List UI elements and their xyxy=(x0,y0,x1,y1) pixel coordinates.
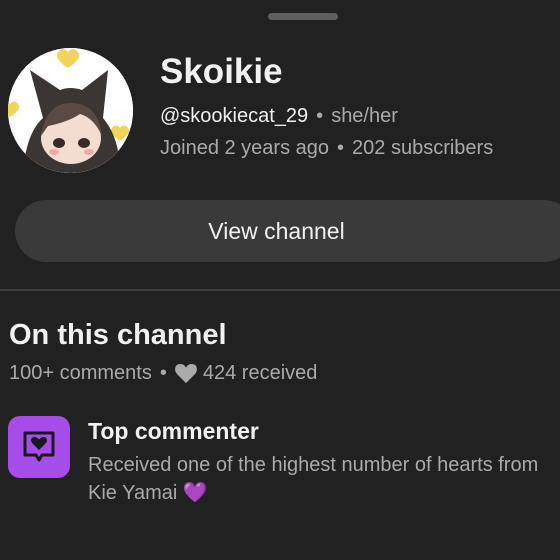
avatar[interactable] xyxy=(8,48,133,173)
view-channel-label: View channel xyxy=(208,217,345,244)
channel-subscribers: 202 subscribers xyxy=(352,137,494,159)
top-commenter-badge xyxy=(8,416,70,478)
comments-count: 100+ comments xyxy=(9,362,152,384)
section-title: On this channel xyxy=(9,319,227,351)
heart-icon xyxy=(174,363,197,383)
badge-description: Received one of the highest number of he… xyxy=(88,454,539,476)
separator-dot: • xyxy=(337,137,345,159)
sheet-drag-handle[interactable] xyxy=(268,13,338,20)
separator-dot: • xyxy=(159,362,167,384)
channel-pronouns: she/her xyxy=(331,105,398,127)
badge-description-author: Kie Yamai 💜 xyxy=(88,479,208,507)
channel-name: Skoikie xyxy=(160,52,283,91)
channel-joined: Joined 2 years ago xyxy=(160,137,330,159)
heart-comment-icon xyxy=(23,431,55,462)
cat-girl-avatar-icon xyxy=(8,48,133,173)
channel-stats-row: Joined 2 years ago • 202 subscribers xyxy=(160,137,493,160)
channel-sheet: Skoikie @skookiecat_29 • she/her Joined 2 … xyxy=(0,0,560,560)
hearts-received: 424 received xyxy=(202,362,318,384)
separator-dot: • xyxy=(316,105,324,127)
channel-handle-row: @skookiecat_29 • she/her xyxy=(160,105,398,128)
on-channel-stats: 100+ comments • 424 received xyxy=(9,362,317,385)
purple-heart-emoji: 💜 xyxy=(182,482,208,504)
badge-title: Top commenter xyxy=(88,418,259,444)
author-name: Kie Yamai xyxy=(88,482,178,504)
channel-handle: @skookiecat_29 xyxy=(160,105,309,127)
divider xyxy=(0,289,560,291)
view-channel-button[interactable]: View channel xyxy=(15,200,560,262)
